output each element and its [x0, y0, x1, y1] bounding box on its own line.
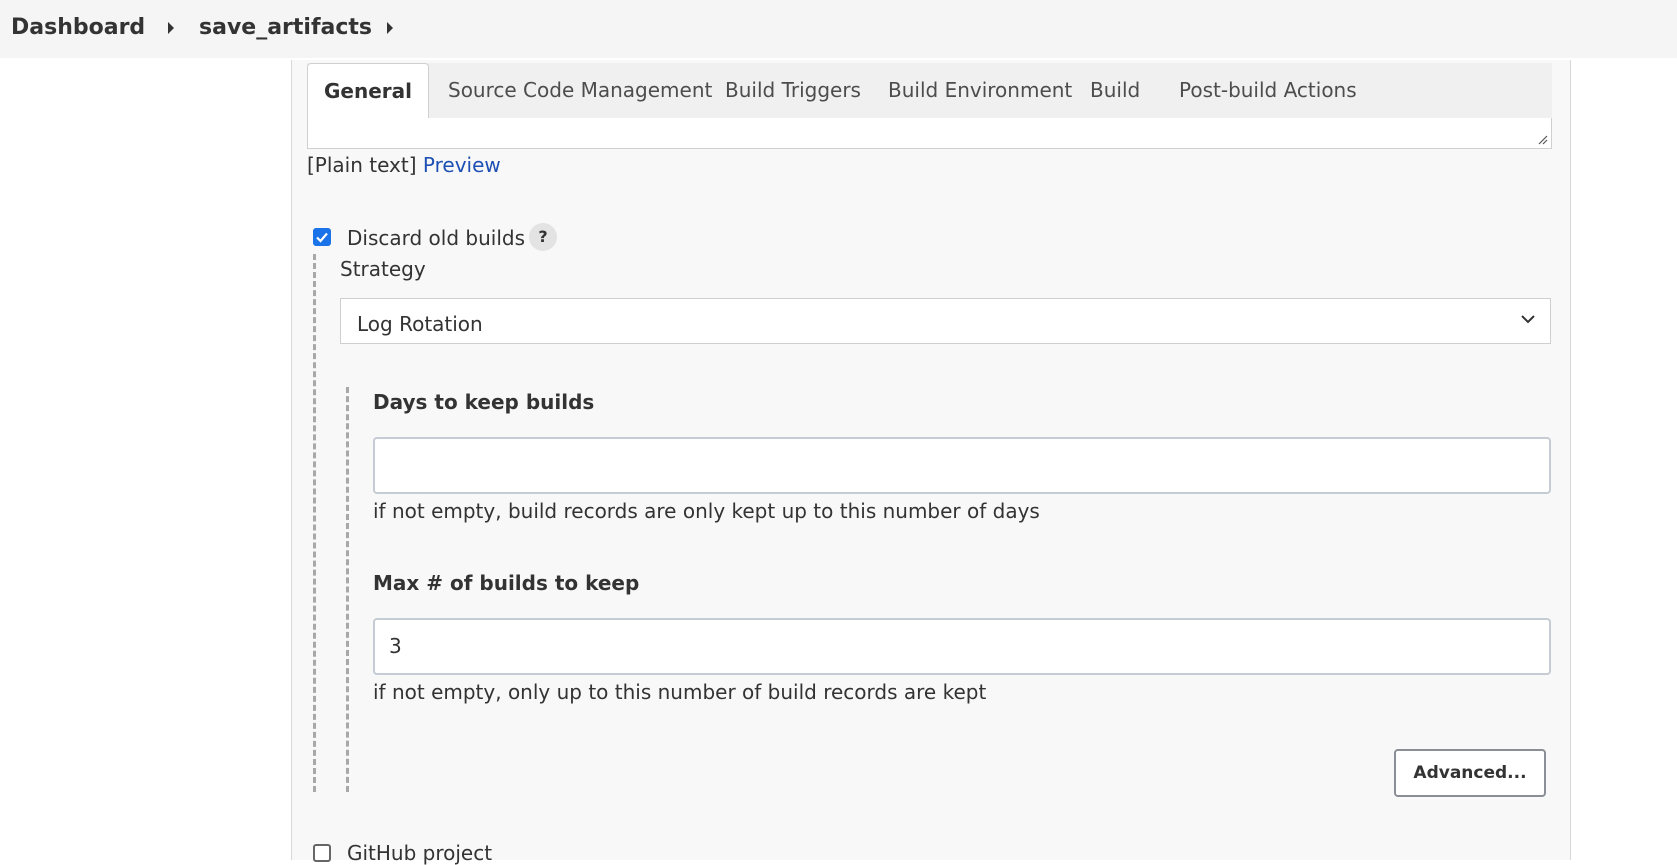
resize-grip-icon[interactable]	[1538, 135, 1548, 145]
tab-source-code-management[interactable]: Source Code Management	[448, 63, 712, 118]
strategy-label: Strategy	[340, 257, 426, 281]
discard-section-rail	[313, 254, 316, 792]
days-to-keep-input[interactable]	[373, 437, 1551, 494]
discard-old-builds-label[interactable]: Discard old builds	[347, 226, 525, 250]
tab-build[interactable]: Build	[1090, 63, 1140, 118]
tab-post-build-actions[interactable]: Post-build Actions	[1179, 63, 1357, 118]
description-format-label: [Plain text]	[307, 153, 417, 177]
breadcrumb-dropdown-icon[interactable]	[387, 22, 393, 34]
github-project-label[interactable]: GitHub project	[347, 841, 492, 865]
description-textarea[interactable]	[307, 118, 1552, 149]
discard-old-builds-checkbox[interactable]	[313, 228, 331, 246]
preview-link[interactable]: Preview	[423, 153, 501, 177]
tab-general[interactable]: General	[307, 63, 429, 120]
config-tabbar: General Source Code Management Build Tri…	[307, 63, 1552, 120]
breadcrumb-separator-icon	[168, 22, 174, 34]
days-to-keep-hint: if not empty, build records are only kep…	[373, 499, 1040, 523]
github-project-checkbox[interactable]	[313, 844, 331, 862]
max-builds-input[interactable]: 3	[373, 618, 1551, 675]
strategy-select-value: Log Rotation	[357, 312, 483, 336]
breadcrumb-dashboard[interactable]: Dashboard	[11, 15, 145, 40]
days-to-keep-label: Days to keep builds	[373, 390, 595, 414]
description-format-line: [Plain text] Preview	[307, 153, 501, 177]
config-panel: General Source Code Management Build Tri…	[291, 60, 1571, 865]
log-rotation-rail	[346, 387, 349, 792]
advanced-button[interactable]: Advanced...	[1394, 749, 1546, 797]
max-builds-label: Max # of builds to keep	[373, 571, 640, 595]
tab-build-environment[interactable]: Build Environment	[888, 63, 1072, 118]
max-builds-hint: if not empty, only up to this number of …	[373, 680, 987, 704]
breadcrumb-job[interactable]: save_artifacts	[199, 15, 372, 40]
strategy-select[interactable]: Log Rotation	[340, 298, 1551, 344]
check-icon	[316, 232, 328, 243]
chevron-down-icon	[1521, 315, 1535, 324]
tab-build-triggers[interactable]: Build Triggers	[725, 63, 861, 118]
help-icon[interactable]: ?	[529, 223, 557, 251]
breadcrumb: Dashboard save_artifacts	[0, 0, 1677, 58]
max-builds-value: 3	[389, 634, 402, 658]
